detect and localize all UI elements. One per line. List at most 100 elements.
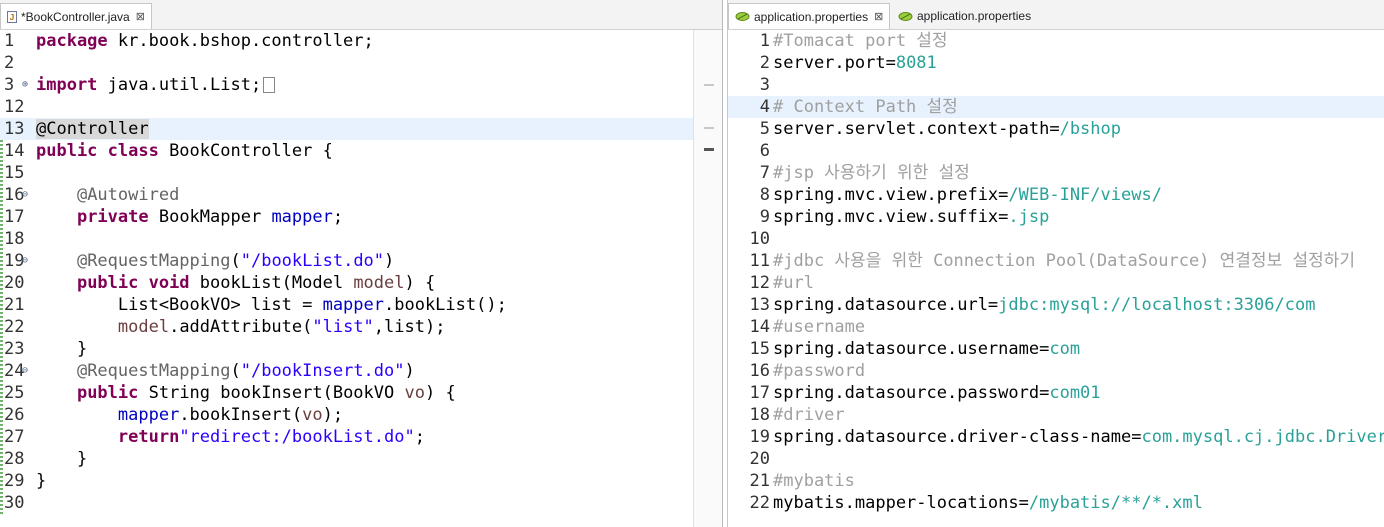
- overview-ruler[interactable]: [693, 30, 722, 527]
- code-line[interactable]: 21 List<BookVO> list = mapper.bookList()…: [0, 294, 722, 316]
- code-line[interactable]: 13 spring.datasource.url=jdbc:mysql://loc…: [728, 294, 1384, 316]
- line-number: 5: [759, 119, 770, 139]
- code-text: mybatis.mapper-locations=/mybatis/**/*.x…: [773, 492, 1203, 514]
- code-line[interactable]: 17 private BookMapper mapper;: [0, 206, 722, 228]
- code-line[interactable]: 4 # Context Path 설정: [728, 96, 1384, 118]
- tab-bookcontroller-java[interactable]: J *BookController.java ⊠: [0, 3, 152, 29]
- collapse-fold-icon[interactable]: ⊖: [22, 184, 28, 206]
- code-text: spring.mvc.view.prefix=/WEB-INF/views/: [773, 184, 1162, 206]
- code-line[interactable]: 17 spring.datasource.password=com01: [728, 382, 1384, 404]
- code-line[interactable]: 10: [728, 228, 1384, 250]
- code-line[interactable]: 18: [0, 228, 722, 250]
- code-token: mapper: [271, 207, 333, 227]
- code-text: public String bookInsert(BookVO vo) {: [36, 382, 456, 404]
- overview-marker-current[interactable]: [704, 148, 714, 151]
- code-line[interactable]: 9 spring.mvc.view.suffix=.jsp: [728, 206, 1384, 228]
- code-token: model: [117, 317, 170, 337]
- code-token: }: [36, 339, 88, 359]
- code-line[interactable]: 18 #driver: [728, 404, 1384, 426]
- code-token: (: [230, 251, 241, 271]
- close-icon[interactable]: ⊠: [874, 10, 883, 23]
- collapse-fold-icon[interactable]: ⊖: [22, 250, 28, 272]
- code-text: #driver: [773, 404, 845, 426]
- line-number: 2: [4, 53, 15, 73]
- collapse-fold-icon[interactable]: ⊖: [22, 360, 28, 382]
- code-line[interactable]: 25 public String bookInsert(BookVO vo) {: [0, 382, 722, 404]
- code-text: spring.datasource.url=jdbc:mysql://local…: [773, 294, 1315, 316]
- code-text: }: [36, 470, 46, 492]
- code-token: .addAttribute(: [169, 317, 313, 337]
- code-line[interactable]: 15: [0, 162, 722, 184]
- code-text: public class BookController {: [36, 140, 333, 162]
- line-number: 29: [4, 471, 25, 491]
- code-token: List<BookVO> list =: [36, 295, 323, 315]
- code-line[interactable]: 8 spring.mvc.view.prefix=/WEB-INF/views/: [728, 184, 1384, 206]
- code-line[interactable]: 22 model.addAttribute("list",list);: [0, 316, 722, 338]
- code-line[interactable]: 15 spring.datasource.username=com: [728, 338, 1384, 360]
- code-line[interactable]: 14 #username: [728, 316, 1384, 338]
- code-line[interactable]: 24 ⊖ @RequestMapping("/bookInsert.do"): [0, 360, 722, 382]
- code-text: #Tomacat port 설정: [773, 30, 948, 52]
- code-token: spring.datasource.driver-class-name=: [773, 427, 1142, 447]
- code-text: #username: [773, 316, 865, 338]
- code-token: #username: [773, 317, 866, 337]
- code-line[interactable]: 11 #jdbc 사용을 위한 Connection Pool(DataSourc…: [728, 250, 1384, 272]
- code-token: "list": [312, 317, 374, 337]
- code-line[interactable]: 16 #password: [728, 360, 1384, 382]
- code-line[interactable]: 19 ⊖ @RequestMapping("/bookList.do"): [0, 250, 722, 272]
- properties-editor-pane[interactable]: application.properties ⊠ application.pro…: [727, 0, 1384, 527]
- code-line[interactable]: 12 #url: [728, 272, 1384, 294]
- code-line[interactable]: 6: [728, 140, 1384, 162]
- code-line[interactable]: 21 #mybatis: [728, 470, 1384, 492]
- code-line[interactable]: 22 mybatis.mapper-locations=/mybatis/**/*…: [728, 492, 1384, 514]
- code-line[interactable]: 20: [728, 448, 1384, 470]
- code-token: spring.mvc.view.suffix=: [773, 207, 1009, 227]
- code-token: public: [76, 383, 139, 403]
- code-line[interactable]: 14 public class BookController {: [0, 140, 722, 162]
- properties-code-editor[interactable]: 1 #Tomacat port 설정 2 server.port=8081 3 4 # Co…: [728, 30, 1384, 527]
- code-line[interactable]: 20 public void bookList(Model model) {: [0, 272, 722, 294]
- code-token: /mybatis/**/*.xml: [1028, 493, 1203, 513]
- java-editor-pane[interactable]: J *BookController.java ⊠ 1 package kr.boo…: [0, 0, 723, 527]
- expand-fold-icon[interactable]: ⊕: [22, 74, 28, 96]
- code-line[interactable]: 27 return"redirect:/bookList.do";: [0, 426, 722, 448]
- code-line[interactable]: 1 #Tomacat port 설정: [728, 30, 1384, 52]
- code-token: }: [36, 471, 47, 491]
- close-icon[interactable]: ⊠: [136, 10, 145, 23]
- code-line[interactable]: 13 @Controller: [0, 118, 722, 140]
- overview-marker[interactable]: [704, 84, 714, 86]
- code-line[interactable]: 3: [728, 74, 1384, 96]
- java-code-editor[interactable]: 1 package kr.book.bshop.controller; 2 3 ⊕ imp…: [0, 30, 722, 527]
- code-token: #Tomacat port 설정: [773, 31, 948, 51]
- code-line[interactable]: 2: [0, 52, 722, 74]
- tab-application-properties-1[interactable]: application.properties ⊠: [728, 3, 891, 29]
- code-token: @Autowired: [76, 185, 180, 205]
- line-number: 23: [4, 339, 25, 359]
- code-token: package: [36, 31, 108, 51]
- code-line[interactable]: 29}: [0, 470, 722, 492]
- code-line[interactable]: 28 }: [0, 448, 722, 470]
- code-text: public void bookList(Model model) {: [36, 272, 435, 294]
- code-line[interactable]: 1 package kr.book.bshop.controller;: [0, 30, 722, 52]
- code-line[interactable]: 16 ⊖ @Autowired: [0, 184, 722, 206]
- code-line[interactable]: 30: [0, 492, 722, 514]
- line-number: 14: [749, 317, 770, 337]
- code-line[interactable]: 5 server.servlet.context-path=/bshop: [728, 118, 1384, 140]
- code-line[interactable]: 3 ⊕ import java.util.List;: [0, 74, 722, 96]
- overview-marker[interactable]: [704, 127, 714, 129]
- folded-imports-marker[interactable]: [263, 77, 276, 93]
- code-token: BookMapper: [148, 207, 272, 227]
- code-line[interactable]: 12: [0, 96, 722, 118]
- code-line[interactable]: 19 spring.datasource.driver-class-name=co…: [728, 426, 1384, 448]
- code-text: @RequestMapping("/bookInsert.do"): [36, 360, 415, 382]
- code-text: List<BookVO> list = mapper.bookList();: [36, 294, 507, 316]
- code-token: BookController {: [158, 141, 333, 161]
- code-text: }: [36, 338, 87, 360]
- code-token: public class: [36, 141, 159, 161]
- code-line[interactable]: 2 server.port=8081: [728, 52, 1384, 74]
- code-line[interactable]: 26 mapper.bookInsert(vo);: [0, 404, 722, 426]
- code-line[interactable]: 7 #jsp 사용하기 위한 설정: [728, 162, 1384, 184]
- tab-application-properties-2[interactable]: application.properties: [892, 3, 1037, 29]
- code-line[interactable]: 23 }: [0, 338, 722, 360]
